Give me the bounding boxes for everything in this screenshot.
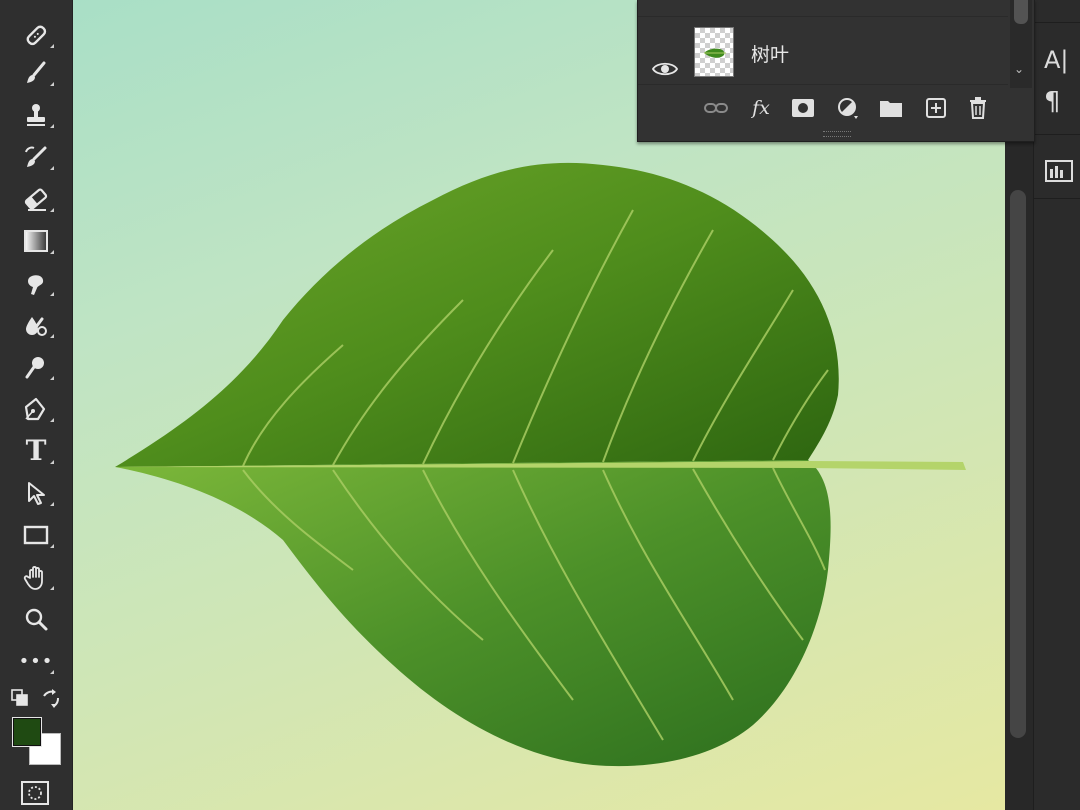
swap-colors-icon[interactable] xyxy=(40,688,62,710)
rectangle-icon xyxy=(23,525,49,545)
layers-footer-toolbar: fx xyxy=(638,88,1034,128)
smudge-finger-icon xyxy=(28,275,44,295)
rectangle-tool[interactable] xyxy=(16,516,56,554)
spot-healing-brush-tool[interactable] xyxy=(16,16,56,54)
eraser-icon xyxy=(24,188,48,211)
history-brush-tool[interactable] xyxy=(16,138,56,176)
new-layer-button[interactable] xyxy=(923,96,949,120)
stamp-icon xyxy=(27,104,45,126)
layers-panel: 树叶 ⌄ fx xyxy=(637,0,1035,142)
canvas-scroll-thumb[interactable] xyxy=(1010,190,1026,738)
character-panel-icon[interactable]: A| xyxy=(1044,42,1080,78)
dodge-tool[interactable] xyxy=(16,348,56,386)
hand-icon xyxy=(23,566,43,590)
new-group-button[interactable] xyxy=(878,96,904,120)
layer-row-leaf[interactable]: 树叶 xyxy=(638,18,1008,85)
blur-tool[interactable] xyxy=(16,306,56,344)
link-layers-button[interactable] xyxy=(703,96,729,120)
bandage-icon xyxy=(26,25,47,46)
dock-top-strip xyxy=(1034,0,1080,23)
type-tool[interactable]: T xyxy=(16,432,56,470)
eraser-tool[interactable] xyxy=(16,180,56,218)
layer-style-fx-button[interactable]: fx xyxy=(748,96,774,120)
default-colors-icon[interactable] xyxy=(10,688,30,708)
collapsed-panel-dock: A| ¶ xyxy=(1033,0,1080,810)
gradient-icon xyxy=(24,230,48,252)
brush-icon xyxy=(27,61,46,83)
link-icon xyxy=(704,103,728,113)
tools-panel: T ••• xyxy=(0,0,73,810)
visibility-eye-icon[interactable] xyxy=(652,60,678,78)
paragraph-label: ¶ xyxy=(1044,87,1061,117)
history-brush-icon xyxy=(25,146,47,167)
more-dots-icon: ••• xyxy=(18,650,54,672)
gradient-tool[interactable] xyxy=(16,222,56,260)
character-label: A| xyxy=(1044,46,1069,74)
layer-row[interactable] xyxy=(638,0,1008,17)
layer-name-leaf: 树叶 xyxy=(751,44,790,66)
fx-icon: fx xyxy=(752,97,770,119)
mask-icon xyxy=(792,99,814,117)
trash-icon xyxy=(970,97,986,119)
add-mask-button[interactable] xyxy=(790,96,816,120)
libraries-panel-icon[interactable] xyxy=(1044,152,1080,188)
dock-divider xyxy=(1034,134,1080,135)
layers-scroll-thumb[interactable] xyxy=(1014,0,1028,24)
dodge-icon xyxy=(25,357,44,379)
clone-stamp-tool[interactable] xyxy=(16,96,56,134)
quick-mask-icon[interactable] xyxy=(20,780,50,806)
zoom-tool[interactable] xyxy=(16,600,56,638)
dock-divider-2 xyxy=(1034,198,1080,199)
path-selection-tool[interactable] xyxy=(16,474,56,512)
hand-tool[interactable] xyxy=(16,558,56,596)
chevron-down-icon[interactable]: ⌄ xyxy=(1014,62,1024,76)
plus-square-icon xyxy=(926,98,946,118)
panel-resize-grip[interactable] xyxy=(823,131,851,137)
delete-layer-button[interactable] xyxy=(965,96,991,120)
pen-nib-icon xyxy=(24,397,46,421)
paragraph-panel-icon[interactable]: ¶ xyxy=(1044,84,1080,120)
pen-tool[interactable] xyxy=(16,390,56,428)
libraries-icon xyxy=(1045,160,1073,182)
adjustment-layer-button[interactable] xyxy=(835,96,861,120)
smudge-tool[interactable] xyxy=(16,264,56,302)
type-t-icon: T xyxy=(25,434,47,467)
edit-toolbar-button[interactable]: ••• xyxy=(16,642,56,680)
blur-drop-icon xyxy=(26,317,47,336)
leaf-thumbnail-icon xyxy=(704,48,726,58)
arrow-cursor-icon xyxy=(28,482,45,505)
half-circle-icon xyxy=(838,98,858,119)
magnifier-icon xyxy=(25,608,48,631)
folder-icon xyxy=(880,101,902,117)
brush-tool[interactable] xyxy=(16,54,56,92)
foreground-color-swatch[interactable] xyxy=(12,717,42,747)
layers-scrollbar[interactable]: ⌄ xyxy=(1010,0,1032,88)
layer-thumbnail-leaf xyxy=(694,27,734,77)
